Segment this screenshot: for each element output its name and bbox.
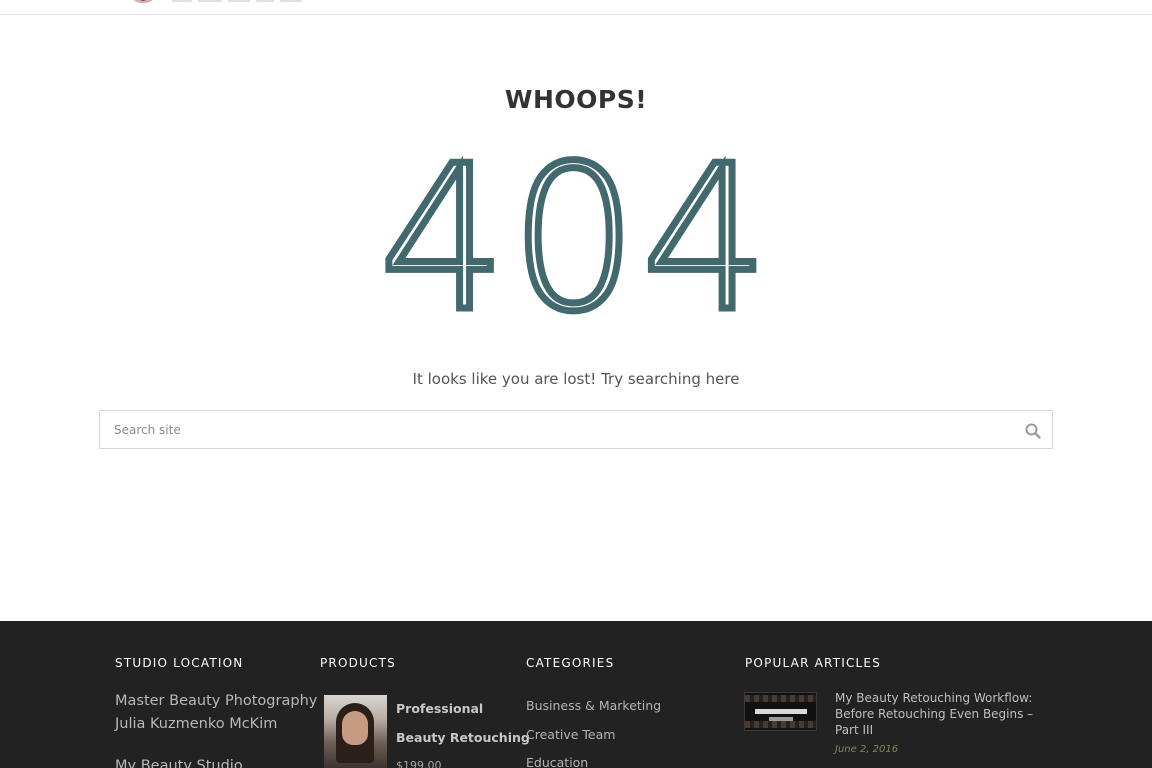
products-heading: PRODUCTS (320, 656, 396, 670)
studio-line: Julia Kuzmenko McKim (115, 716, 278, 732)
error-code-404: 404 (376, 145, 773, 325)
search-button[interactable] (1024, 422, 1042, 440)
thumbnail-label (755, 709, 807, 714)
logo[interactable] (118, 0, 318, 4)
article-thumbnail[interactable] (744, 692, 817, 731)
studio-line: Master Beauty Photography (115, 693, 318, 709)
category-link[interactable]: Education (526, 755, 588, 768)
studio-line: My Beauty Studio (115, 758, 243, 768)
product-name[interactable]: Beauty Retouching (396, 730, 530, 745)
search-input[interactable] (100, 411, 1000, 448)
thumbnail-strip (745, 695, 816, 702)
product-name[interactable]: Professional (396, 701, 483, 716)
category-link[interactable]: Business & Marketing (526, 698, 661, 713)
studio-location-heading: STUDIO LOCATION (115, 656, 244, 670)
page-heading: WHOOPS! (504, 85, 648, 114)
product-price: $199.00 (396, 759, 442, 768)
logo-letter (256, 0, 274, 2)
site-header (0, 0, 1152, 15)
logo-mark (130, 0, 156, 3)
article-title[interactable]: My Beauty Retouching Workflow: (835, 691, 1032, 705)
error-page-content: WHOOPS! 404 It looks like you are lost! … (0, 15, 1152, 621)
logo-letter (280, 0, 302, 2)
product-image-face (342, 711, 368, 745)
article-title[interactable]: Before Retouching Even Begins – (835, 707, 1033, 721)
search-form (99, 410, 1053, 449)
logo-letter (228, 0, 250, 2)
product-thumbnail[interactable] (324, 695, 387, 768)
error-code-text: 404 (379, 145, 773, 325)
logo-letter (198, 0, 222, 2)
lost-message: It looks like you are lost! Try searchin… (412, 370, 740, 388)
logo-letter (172, 0, 192, 2)
article-title[interactable]: Part III (835, 723, 873, 737)
category-link[interactable]: Creative Team (526, 727, 615, 742)
article-date: June 2, 2016 (835, 744, 899, 755)
search-icon (1025, 423, 1041, 439)
categories-heading: CATEGORIES (526, 656, 615, 670)
popular-articles-heading: POPULAR ARTICLES (745, 656, 882, 670)
thumbnail-strip (745, 721, 816, 728)
site-footer: STUDIO LOCATION Master Beauty Photograph… (0, 621, 1152, 768)
